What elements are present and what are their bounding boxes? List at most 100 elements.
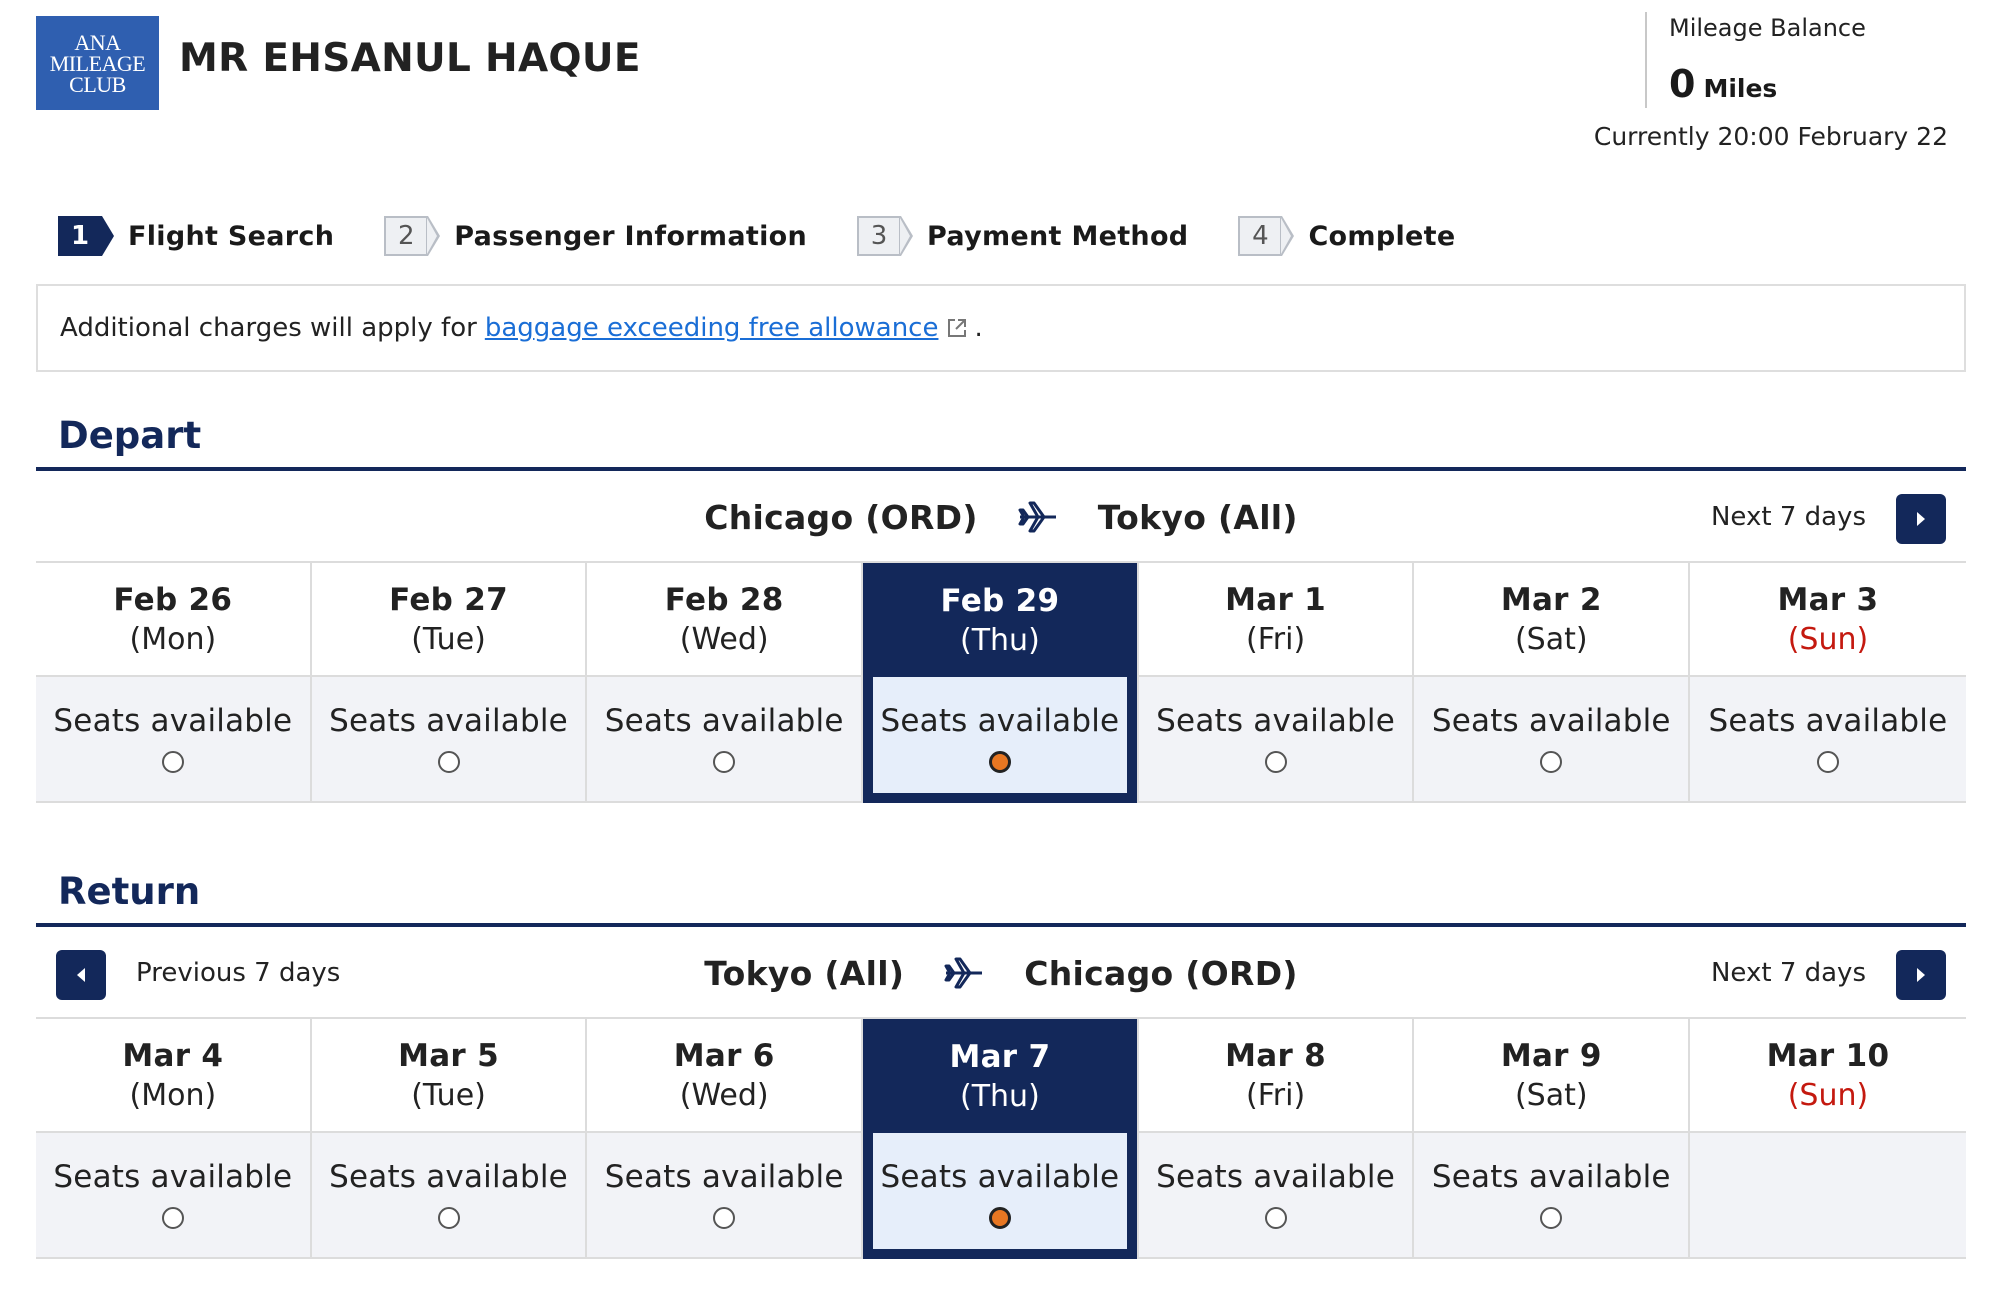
- seat-status: Seats available: [53, 1159, 293, 1195]
- depart-day-feb-27[interactable]: Feb 27 (Tue) Seats available: [311, 563, 588, 803]
- baggage-allowance-link[interactable]: baggage exceeding free allowance: [485, 313, 939, 343]
- external-link-icon: [948, 319, 967, 337]
- return-day-mar-4[interactable]: Mar 4 (Mon) Seats available: [36, 1019, 312, 1259]
- return-previous-7-days-label[interactable]: Previous 7 days: [136, 927, 340, 1019]
- return-day-mar-9[interactable]: Mar 9 (Sat) Seats available: [1414, 1019, 1691, 1259]
- day-header: Mar 8 (Fri): [1138, 1019, 1413, 1133]
- day-availability: Seats available: [863, 677, 1137, 803]
- day-date: Mar 3: [1777, 581, 1879, 618]
- step-number: 2: [384, 216, 441, 256]
- day-header: Mar 3 (Sun): [1690, 563, 1966, 677]
- return-next-7-days-button[interactable]: [1896, 950, 1946, 1000]
- select-radio[interactable]: [1540, 751, 1563, 773]
- day-of-week: (Tue): [411, 1077, 486, 1113]
- depart-next-7-days-label[interactable]: Next 7 days: [1711, 471, 1866, 563]
- step-number: 1: [58, 216, 114, 256]
- day-date: Mar 5: [398, 1037, 499, 1074]
- return-day-mar-5[interactable]: Mar 5 (Tue) Seats available: [311, 1019, 588, 1259]
- seat-status: Seats available: [1431, 1159, 1671, 1195]
- select-radio[interactable]: [161, 751, 184, 773]
- day-availability: Seats available: [1414, 1133, 1689, 1259]
- depart-day-feb-29[interactable]: Feb 29 (Thu) Seats available: [863, 563, 1139, 803]
- day-of-week: (Sun): [1787, 621, 1869, 657]
- depart-title: Depart: [58, 414, 202, 457]
- depart-origin: Chicago (ORD): [704, 497, 978, 537]
- depart-day-feb-28[interactable]: Feb 28 (Wed) Seats available: [587, 563, 864, 803]
- day-availability: Seats available: [1414, 677, 1689, 803]
- day-header: Mar 7 (Thu): [863, 1019, 1137, 1133]
- return-day-mar-8[interactable]: Mar 8 (Fri) Seats available: [1138, 1019, 1415, 1259]
- baggage-notice: Additional charges will apply for baggag…: [36, 284, 1966, 372]
- seat-status: Seats available: [1156, 1159, 1396, 1195]
- select-radio[interactable]: [1816, 751, 1839, 773]
- current-time: Currently 20:00 February 22: [1593, 122, 1948, 151]
- day-date: Mar 8: [1225, 1037, 1327, 1074]
- return-previous-7-days-button[interactable]: [56, 950, 106, 1000]
- day-of-week: (Mon): [129, 1077, 217, 1113]
- step-number: 3: [857, 216, 914, 256]
- day-of-week: (Wed): [679, 1077, 769, 1113]
- day-availability: Seats available: [1138, 677, 1413, 803]
- return-day-mar-6[interactable]: Mar 6 (Wed) Seats available: [587, 1019, 864, 1259]
- seat-status: Seats available: [880, 1159, 1120, 1195]
- airplane-icon: [1018, 501, 1056, 533]
- depart-day-mar-3[interactable]: Mar 3 (Sun) Seats available: [1690, 563, 1966, 803]
- caret-right-icon: [1917, 512, 1925, 526]
- step-number: 4: [1238, 216, 1295, 256]
- day-header: Mar 5 (Tue): [311, 1019, 586, 1133]
- day-availability: Seats available: [1690, 677, 1966, 803]
- logo-line-2: MILEAGE: [49, 50, 146, 76]
- member-name: MR EHSANUL HAQUE: [179, 36, 641, 81]
- step-flight-search: 1 Flight Search: [58, 216, 334, 256]
- step-label: Flight Search: [128, 220, 335, 252]
- seat-status: Seats available: [1156, 703, 1396, 739]
- day-of-week: (Tue): [411, 621, 486, 657]
- day-header: Mar 2 (Sat): [1414, 563, 1689, 677]
- day-date: Feb 27: [389, 581, 508, 618]
- select-radio-checked[interactable]: [988, 751, 1011, 773]
- seat-status: Seats available: [53, 703, 293, 739]
- airplane-icon: [944, 957, 983, 989]
- depart-day-feb-26[interactable]: Feb 26 (Mon) Seats available: [36, 563, 312, 803]
- select-radio-checked[interactable]: [988, 1207, 1011, 1229]
- return-day-mar-7[interactable]: Mar 7 (Thu) Seats available: [863, 1019, 1139, 1259]
- depart-route: Chicago (ORD) Tokyo (All): [36, 471, 1966, 563]
- return-next-7-days-label[interactable]: Next 7 days: [1711, 927, 1866, 1019]
- select-radio[interactable]: [713, 1207, 736, 1229]
- day-date: Mar 6: [673, 1037, 775, 1074]
- seat-status: Seats available: [880, 703, 1120, 739]
- day-date: Mar 10: [1766, 1037, 1890, 1074]
- seat-status: Seats available: [1708, 703, 1948, 739]
- select-radio[interactable]: [437, 1207, 460, 1229]
- step-complete: 4 Complete: [1238, 216, 1455, 256]
- select-radio[interactable]: [161, 1207, 184, 1229]
- day-availability: Seats available: [36, 677, 310, 803]
- mileage-balance-label: Mileage Balance: [1669, 14, 1866, 42]
- select-radio[interactable]: [437, 751, 460, 773]
- step-label: Payment Method: [927, 220, 1189, 252]
- select-radio[interactable]: [1264, 751, 1287, 773]
- depart-next-7-days-button[interactable]: [1896, 494, 1946, 544]
- ana-mileage-club-logo[interactable]: ANA MILEAGE CLUB: [36, 16, 159, 110]
- day-availability: Seats available: [587, 1133, 862, 1259]
- select-radio[interactable]: [1540, 1207, 1563, 1229]
- depart-day-mar-2[interactable]: Mar 2 (Sat) Seats available: [1414, 563, 1691, 803]
- day-availability: Seats available: [587, 677, 862, 803]
- mileage-number: 0: [1669, 62, 1696, 106]
- select-radio[interactable]: [713, 751, 736, 773]
- day-date: Mar 9: [1500, 1037, 1602, 1074]
- return-date-grid: Mar 4 (Mon) Seats available Mar 5 (Tue) …: [36, 1017, 1966, 1259]
- day-header: Mar 9 (Sat): [1414, 1019, 1689, 1133]
- seat-status: Seats available: [604, 703, 844, 739]
- mileage-unit: Miles: [1703, 74, 1778, 103]
- seat-status: Seats available: [604, 1159, 844, 1195]
- mileage-balance-box: Mileage Balance 0 Miles: [1645, 12, 1866, 108]
- day-header: Feb 28 (Wed): [587, 563, 862, 677]
- notice-prefix: Additional charges will apply for: [60, 313, 477, 343]
- day-of-week: (Wed): [679, 621, 769, 657]
- selected-availability-panel: Seats available: [873, 1133, 1127, 1249]
- depart-day-mar-1[interactable]: Mar 1 (Fri) Seats available: [1138, 563, 1415, 803]
- select-radio[interactable]: [1264, 1207, 1287, 1229]
- depart-date-grid: Feb 26 (Mon) Seats available Feb 27 (Tue…: [36, 561, 1966, 803]
- day-header: Feb 26 (Mon): [36, 563, 310, 677]
